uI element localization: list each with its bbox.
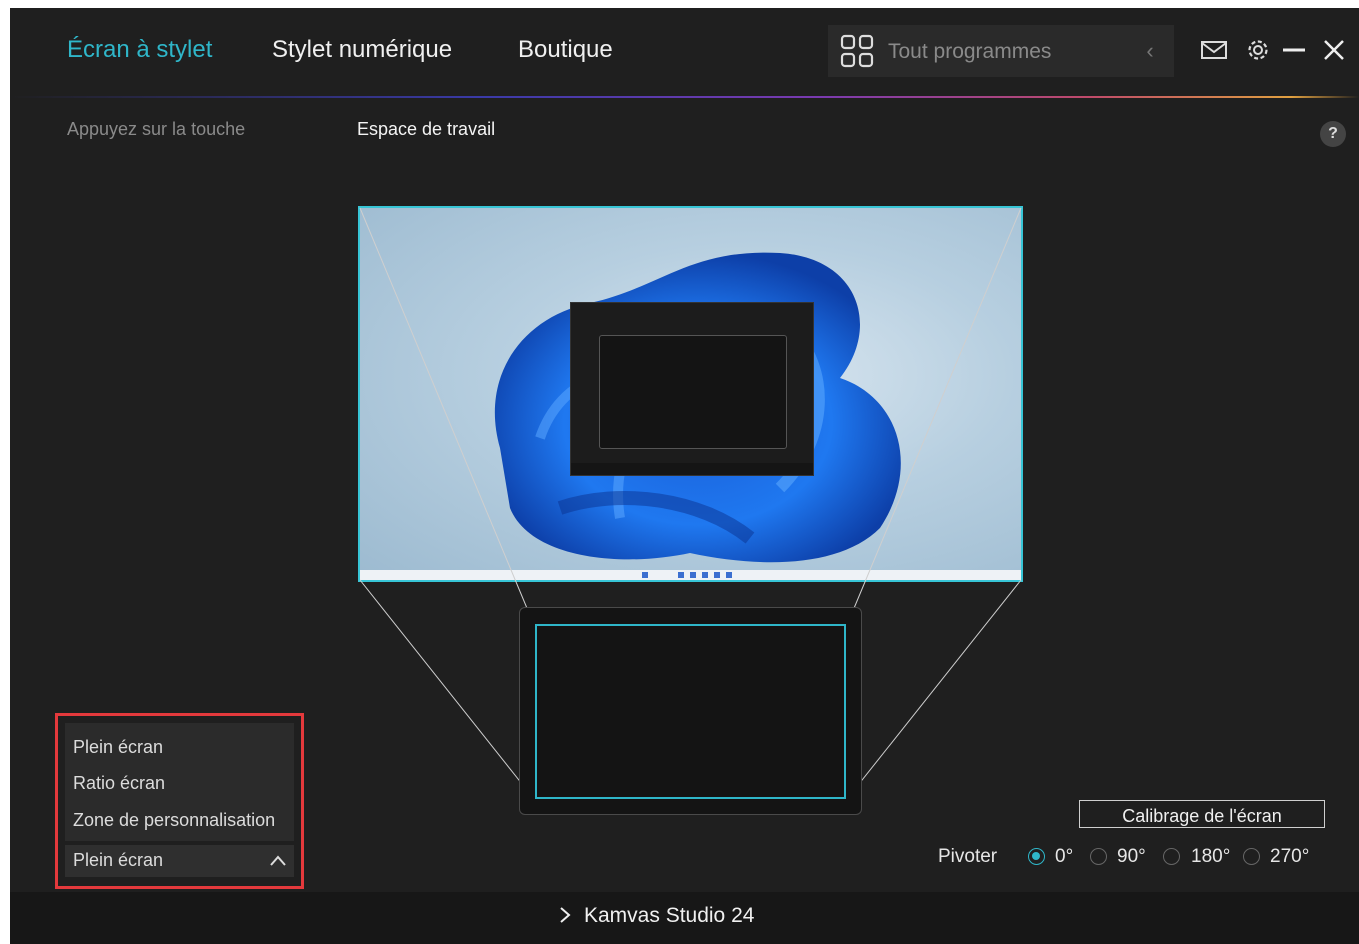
rotate-180-radio[interactable] xyxy=(1163,848,1180,865)
selected-mode: Plein écran xyxy=(73,850,164,870)
active-area xyxy=(535,624,846,799)
mapping-mode-select[interactable]: Plein écran xyxy=(65,845,294,877)
mail-icon[interactable] xyxy=(1200,36,1228,64)
rotate-270-radio[interactable] xyxy=(1243,848,1260,865)
close-icon[interactable] xyxy=(1320,36,1348,64)
chevron-left-icon[interactable]: ‹ xyxy=(1140,37,1160,65)
mapping-mode-menu: Plein écran Ratio écran Zone de personna… xyxy=(65,723,294,841)
subtab-press-keys[interactable]: Appuyez sur la touche xyxy=(67,119,245,140)
chevron-right-icon xyxy=(560,907,571,923)
rotate-180-label[interactable]: 180° xyxy=(1191,846,1230,868)
program-search-input[interactable] xyxy=(886,35,1120,69)
app-window: Écran à stylet Stylet numérique Boutique… xyxy=(10,8,1359,944)
grid-icon xyxy=(840,34,874,68)
program-selector[interactable]: ‹ xyxy=(828,25,1174,77)
menu-item-custom-zone[interactable]: Zone de personnalisation xyxy=(73,810,275,831)
device-selector[interactable]: Kamvas Studio 24 xyxy=(558,904,754,928)
header-divider xyxy=(10,96,1359,98)
rotate-90-label[interactable]: 90° xyxy=(1117,846,1146,868)
rotate-270-label[interactable]: 270° xyxy=(1270,846,1309,868)
app-thumbnail xyxy=(570,302,814,476)
calibrate-screen-button[interactable]: Calibrage de l'écran xyxy=(1079,800,1325,828)
tab-pen-display[interactable]: Écran à stylet xyxy=(67,36,212,64)
subtab-workspace[interactable]: Espace de travail xyxy=(357,119,495,140)
tab-store[interactable]: Boutique xyxy=(518,36,613,64)
minimize-icon[interactable] xyxy=(1280,36,1308,64)
tablet-preview xyxy=(519,607,862,815)
chevron-up-icon xyxy=(270,855,286,866)
rotate-label: Pivoter xyxy=(938,846,998,867)
menu-item-full-screen[interactable]: Plein écran xyxy=(73,737,163,758)
monitor-preview xyxy=(358,206,1023,582)
top-bar: Écran à stylet Stylet numérique Boutique… xyxy=(10,8,1359,96)
tab-pen-tablet[interactable]: Stylet numérique xyxy=(272,36,452,64)
device-footer: Kamvas Studio 24 xyxy=(10,892,1359,944)
device-name: Kamvas Studio 24 xyxy=(584,904,755,927)
rotate-0-label[interactable]: 0° xyxy=(1055,846,1073,868)
mapping-mode-dropdown: Plein écran Ratio écran Zone de personna… xyxy=(55,713,304,889)
gear-icon[interactable] xyxy=(1244,36,1272,64)
rotate-0-radio[interactable] xyxy=(1028,848,1045,865)
menu-item-screen-ratio[interactable]: Ratio écran xyxy=(73,773,165,794)
help-icon[interactable]: ? xyxy=(1320,121,1346,147)
rotate-90-radio[interactable] xyxy=(1090,848,1107,865)
